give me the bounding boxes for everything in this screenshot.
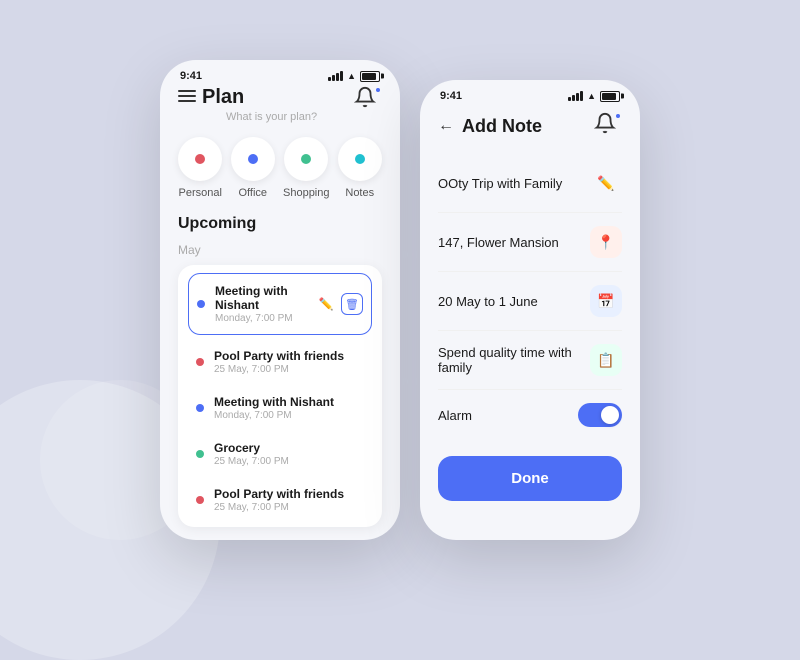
add-note-header: ← Add Note bbox=[420, 106, 640, 150]
notification-button-right[interactable] bbox=[594, 112, 622, 140]
signal-icon bbox=[328, 71, 343, 81]
event-item-3[interactable]: Meeting with Nishant Monday, 7:00 PM bbox=[188, 385, 372, 431]
event-time-3: Monday, 7:00 PM bbox=[214, 410, 364, 421]
event-name-4: Grocery bbox=[214, 441, 364, 455]
delete-event-1[interactable]: 🗑 bbox=[341, 293, 363, 315]
event-item-4[interactable]: Grocery 25 May, 7:00 PM bbox=[188, 431, 372, 477]
event-item-1[interactable]: Meeting with Nishant Monday, 7:00 PM ✏️ … bbox=[188, 273, 372, 335]
category-office-label: Office bbox=[238, 187, 267, 199]
wifi-icon-right: ▲ bbox=[587, 91, 596, 101]
edit-event-1[interactable]: ✏️ bbox=[317, 295, 335, 313]
note-field-desc[interactable]: Spend quality time with family 📋 bbox=[438, 331, 622, 390]
toggle-thumb bbox=[601, 406, 619, 424]
events-list: Meeting with Nishant Monday, 7:00 PM ✏️ … bbox=[178, 265, 382, 527]
alarm-row: Alarm bbox=[438, 390, 622, 440]
event-name-3: Meeting with Nishant bbox=[214, 395, 364, 409]
event-time-4: 25 May, 7:00 PM bbox=[214, 456, 364, 467]
category-notes[interactable]: Notes bbox=[338, 137, 383, 199]
status-icons-left: ▲ bbox=[328, 71, 380, 82]
edit-trip-icon[interactable]: ✏️ bbox=[590, 167, 622, 199]
event-text-2: Pool Party with friends 25 May, 7:00 PM bbox=[214, 349, 364, 375]
category-shopping[interactable]: Shopping bbox=[283, 137, 330, 199]
event-dot-4 bbox=[196, 450, 204, 458]
event-text-4: Grocery 25 May, 7:00 PM bbox=[214, 441, 364, 467]
status-bar-left: 9:41 ▲ bbox=[160, 60, 400, 86]
notification-button[interactable] bbox=[354, 86, 382, 114]
desc-value: Spend quality time with family bbox=[438, 345, 590, 375]
alarm-label: Alarm bbox=[438, 408, 472, 423]
wifi-icon: ▲ bbox=[347, 71, 356, 81]
event-name-2: Pool Party with friends bbox=[214, 349, 364, 363]
back-button[interactable]: ← Add Note bbox=[438, 116, 542, 137]
note-field-address[interactable]: 147, Flower Mansion 📍 bbox=[438, 213, 622, 272]
category-personal-label: Personal bbox=[179, 187, 222, 199]
time-left: 9:41 bbox=[180, 70, 202, 82]
category-notes-label: Notes bbox=[345, 187, 374, 199]
notes-icon[interactable]: 📋 bbox=[590, 344, 622, 376]
event-dot-3 bbox=[196, 404, 204, 412]
event-item-5[interactable]: Pool Party with friends 25 May, 7:00 PM bbox=[188, 477, 372, 523]
back-arrow-icon: ← bbox=[438, 117, 454, 135]
status-icons-right: ▲ bbox=[568, 91, 620, 102]
month-label: May bbox=[178, 243, 382, 257]
left-phone: 9:41 ▲ Plan bbox=[160, 60, 400, 540]
categories-row: Personal Office Shopping bbox=[178, 137, 382, 199]
event-text-3: Meeting with Nishant Monday, 7:00 PM bbox=[214, 395, 364, 421]
location-icon[interactable]: 📍 bbox=[590, 226, 622, 258]
event-text-1: Meeting with Nishant Monday, 7:00 PM bbox=[215, 284, 307, 324]
event-actions-1: ✏️ 🗑 bbox=[317, 293, 363, 315]
event-dot-5 bbox=[196, 496, 204, 504]
event-name-1: Meeting with Nishant bbox=[215, 284, 307, 312]
status-bar-right: 9:41 ▲ bbox=[420, 80, 640, 106]
note-fields: OOty Trip with Family ✏️ 147, Flower Man… bbox=[420, 150, 640, 444]
event-name-5: Pool Party with friends bbox=[214, 487, 364, 501]
battery-icon-right bbox=[600, 91, 620, 102]
event-dot-2 bbox=[196, 358, 204, 366]
menu-button[interactable] bbox=[178, 86, 196, 106]
date-value: 20 May to 1 June bbox=[438, 294, 538, 309]
page-subtitle: What is your plan? bbox=[226, 111, 317, 123]
add-note-title: Add Note bbox=[462, 116, 542, 137]
notification-dot-right bbox=[614, 112, 622, 120]
signal-icon-right bbox=[568, 91, 583, 101]
address-value: 147, Flower Mansion bbox=[438, 235, 559, 250]
upcoming-title: Upcoming bbox=[178, 215, 382, 233]
alarm-toggle[interactable] bbox=[578, 403, 622, 427]
event-time-5: 25 May, 7:00 PM bbox=[214, 502, 364, 513]
event-dot-1 bbox=[197, 300, 205, 308]
done-button[interactable]: Done bbox=[438, 456, 622, 501]
category-personal[interactable]: Personal bbox=[178, 137, 223, 199]
right-phone: 9:41 ▲ ← Add Note bbox=[420, 80, 640, 540]
event-item-2[interactable]: Pool Party with friends 25 May, 7:00 PM bbox=[188, 339, 372, 385]
category-shopping-label: Shopping bbox=[283, 187, 330, 199]
battery-icon bbox=[360, 71, 380, 82]
notification-dot bbox=[374, 86, 382, 94]
note-field-trip[interactable]: OOty Trip with Family ✏️ bbox=[438, 154, 622, 213]
event-text-5: Pool Party with friends 25 May, 7:00 PM bbox=[214, 487, 364, 513]
category-office[interactable]: Office bbox=[231, 137, 276, 199]
note-field-date[interactable]: 20 May to 1 June 📅 bbox=[438, 272, 622, 331]
calendar-icon[interactable]: 📅 bbox=[590, 285, 622, 317]
page-title: Plan bbox=[202, 86, 244, 109]
event-time-2: 25 May, 7:00 PM bbox=[214, 364, 364, 375]
time-right: 9:41 bbox=[440, 90, 462, 102]
event-time-1: Monday, 7:00 PM bbox=[215, 313, 307, 324]
trip-name-value: OOty Trip with Family bbox=[438, 176, 562, 191]
